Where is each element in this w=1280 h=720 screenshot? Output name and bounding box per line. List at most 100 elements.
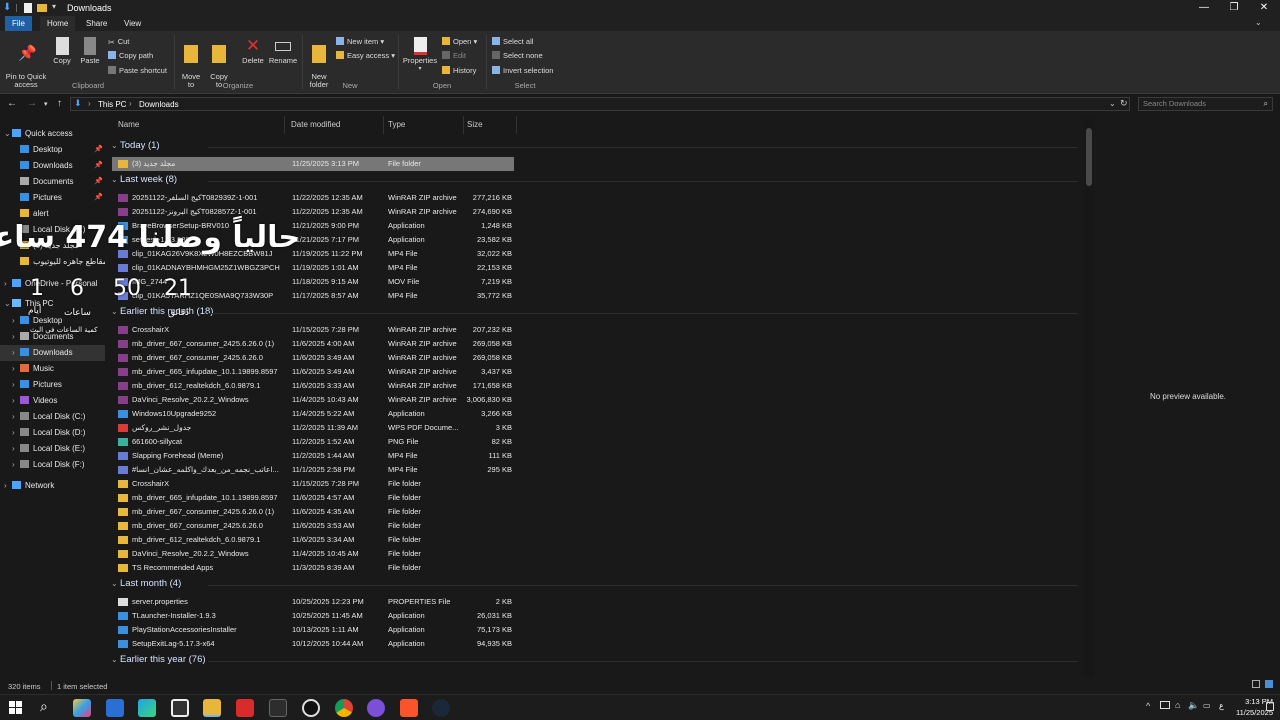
customize-qat-icon[interactable]: ▾ — [52, 2, 56, 11]
nav-pc-item[interactable]: › Music — [0, 361, 105, 377]
volume-icon[interactable]: 🔈 — [1188, 700, 1199, 711]
tab-share[interactable]: Share — [79, 16, 114, 31]
expand-chevron-icon[interactable]: › — [4, 478, 12, 494]
group-collapse-icon[interactable]: ⌄ — [111, 141, 118, 150]
up-arrow-icon[interactable]: ↑ — [57, 98, 62, 109]
breadcrumb-downloads[interactable]: Downloads — [139, 100, 179, 109]
file-row[interactable]: CrosshairX 11/15/2025 7:28 PM File folder — [112, 477, 514, 491]
nav-pc-item[interactable]: › Videos — [0, 393, 105, 409]
file-row[interactable]: PlayStationAccessoriesInstaller 10/13/202… — [112, 623, 514, 637]
minimize-icon[interactable]: — — [1188, 0, 1220, 16]
file-row[interactable]: TS Recommended Apps 11/3/2025 8:39 AM File… — [112, 561, 514, 575]
group-collapse-icon[interactable]: ⌄ — [111, 175, 118, 184]
file-row[interactable]: Windows10Upgrade9252 11/4/2025 5:22 AM App… — [112, 407, 514, 421]
edit-button[interactable]: Edit — [442, 50, 466, 61]
steam-icon[interactable] — [432, 699, 450, 717]
scrollbar-thumb[interactable] — [1086, 128, 1092, 186]
notifications-icon[interactable] — [1266, 702, 1274, 711]
obs-icon[interactable] — [302, 699, 320, 717]
nav-pc-item[interactable]: › Local Disk (E:) — [0, 441, 105, 457]
close-icon[interactable]: ✕ — [1248, 0, 1280, 16]
open-button[interactable]: Open ▾ — [442, 36, 477, 47]
search-input[interactable]: Search Downloads ⌕ — [1138, 97, 1273, 111]
wps-office-icon[interactable] — [236, 699, 254, 717]
file-row[interactable]: مجلد جديد (3) 11/25/2025 3:13 PM File fold… — [112, 157, 514, 171]
group-header[interactable]: Last month (4) — [120, 578, 181, 589]
properties-quick-icon[interactable] — [24, 3, 32, 13]
nav-pc-item[interactable]: › Pictures — [0, 377, 105, 393]
breadcrumb-this-pc[interactable]: This PC — [98, 100, 126, 109]
expand-chevron-icon[interactable]: › — [12, 393, 20, 409]
expand-chevron-icon[interactable]: › — [12, 441, 20, 457]
column-date-modified[interactable]: Date modified — [291, 120, 340, 129]
store-icon[interactable] — [171, 699, 189, 717]
group-header[interactable]: Earlier this year (76) — [120, 654, 206, 665]
new-item-button[interactable]: New item ▾ — [336, 36, 384, 47]
properties-button[interactable]: Properties ▾ — [402, 37, 438, 73]
properties-dropdown-icon[interactable]: ▾ — [402, 65, 438, 73]
group-collapse-icon[interactable]: ⌄ — [111, 579, 118, 588]
address-box[interactable]: ⬇ › This PC › Downloads ⌄ ↻ — [70, 97, 1130, 111]
nav-quick-item[interactable]: Downloads 📌 — [0, 158, 105, 174]
back-arrow-icon[interactable]: ← — [7, 98, 17, 109]
expand-chevron-icon[interactable]: › — [12, 409, 20, 425]
details-view-icon[interactable] — [1252, 680, 1260, 688]
paste-shortcut-button[interactable]: Paste shortcut — [108, 65, 167, 76]
group-header[interactable]: Today (1) — [120, 140, 160, 151]
paste-button[interactable]: Paste — [78, 37, 102, 65]
edge-browser-icon[interactable] — [138, 699, 156, 717]
group-header[interactable]: Last week (8) — [120, 174, 177, 185]
file-row[interactable]: mb_driver_665_infupdate_10.1.19899.8597 1… — [112, 365, 514, 379]
invert-selection-button[interactable]: Invert selection — [492, 65, 553, 76]
nav-quick-item[interactable]: Documents 📌 — [0, 174, 105, 190]
brave-browser-icon[interactable] — [400, 699, 418, 717]
expand-ribbon-icon[interactable]: ⌄ — [1255, 18, 1262, 27]
expand-chevron-icon[interactable]: › — [12, 377, 20, 393]
column-type[interactable]: Type — [388, 120, 405, 129]
pin-quick-access-button[interactable]: 📌 Pin to Quick access — [4, 37, 48, 89]
file-row[interactable]: #اعاتب_نجمه_من_بعدك_واكلمه_عشان_انسا... 1… — [112, 463, 514, 477]
history-button[interactable]: History — [442, 65, 476, 76]
file-explorer-icon[interactable] — [203, 699, 221, 717]
large-icons-view-icon[interactable] — [1265, 680, 1273, 688]
keyboard-icon[interactable] — [1160, 701, 1170, 709]
file-row[interactable]: mb_driver_667_consumer_2425.6.26.0 (1) 11… — [112, 505, 514, 519]
app-icon[interactable] — [367, 699, 385, 717]
file-row[interactable]: mb_driver_612_realtekdch_6.0.9879.1 11/6/… — [112, 379, 514, 393]
select-all-button[interactable]: Select all — [492, 36, 533, 47]
start-windows-icon[interactable] — [9, 701, 22, 714]
file-row[interactable]: DaVinci_Resolve_20.2.2_Windows 11/4/2025 … — [112, 547, 514, 561]
file-row[interactable]: mb_driver_612_realtekdch_6.0.9879.1 11/6/… — [112, 533, 514, 547]
chrome-icon[interactable] — [335, 699, 353, 717]
column-name[interactable]: Name — [118, 120, 139, 129]
nav-network[interactable]: › Network — [0, 478, 105, 494]
battery-icon[interactable]: ▭ — [1203, 701, 1211, 710]
nav-pc-item[interactable]: › Local Disk (D:) — [0, 425, 105, 441]
search-icon[interactable]: ⌕ — [40, 698, 48, 715]
nav-pc-item[interactable]: › Local Disk (C:) — [0, 409, 105, 425]
select-none-button[interactable]: Select none — [492, 50, 543, 61]
rename-button[interactable]: Rename — [268, 37, 298, 65]
expand-chevron-icon[interactable]: › — [12, 425, 20, 441]
new-folder-button[interactable]: New folder — [306, 37, 332, 89]
file-row[interactable]: mb_driver_665_infupdate_10.1.19899.8597 1… — [112, 491, 514, 505]
expand-chevron-icon[interactable]: › — [12, 361, 20, 377]
file-row[interactable]: server.properties 10/25/2025 12:23 PM PROP… — [112, 595, 514, 609]
refresh-icon[interactable]: ↻ — [1120, 98, 1128, 109]
tray-overflow-icon[interactable]: ^ — [1146, 701, 1150, 711]
restore-icon[interactable]: ❐ — [1218, 0, 1250, 16]
easy-access-button[interactable]: Easy access ▾ — [336, 50, 395, 61]
file-row[interactable]: 20251122-كيج البرونزT082857Z-1-001 11/22/… — [112, 205, 514, 219]
tab-file[interactable]: File — [5, 16, 32, 31]
file-row[interactable]: 20251122-كيج السلفرT082939Z-1-001 11/22/2… — [112, 191, 514, 205]
file-row[interactable]: 661600-sillycat 11/2/2025 1:52 AM PNG File… — [112, 435, 514, 449]
file-row[interactable]: Slapping Forehead (Meme) 11/2/2025 1:44 A… — [112, 449, 514, 463]
address-dropdown-icon[interactable]: ⌄ — [1109, 99, 1116, 108]
terminal-icon[interactable] — [269, 699, 287, 717]
tab-home[interactable]: Home — [40, 16, 76, 31]
network-icon[interactable]: ⌂ — [1175, 700, 1180, 710]
nav-quick-access[interactable]: ⌄ Quick access — [0, 126, 105, 142]
file-row[interactable]: SetupExitLag-5.17.3-x64 10/12/2025 10:44 … — [112, 637, 514, 651]
file-row[interactable]: mb_driver_667_consumer_2425.6.26.0 11/6/2… — [112, 519, 514, 533]
cut-button[interactable]: ✂ Cut — [108, 36, 129, 47]
